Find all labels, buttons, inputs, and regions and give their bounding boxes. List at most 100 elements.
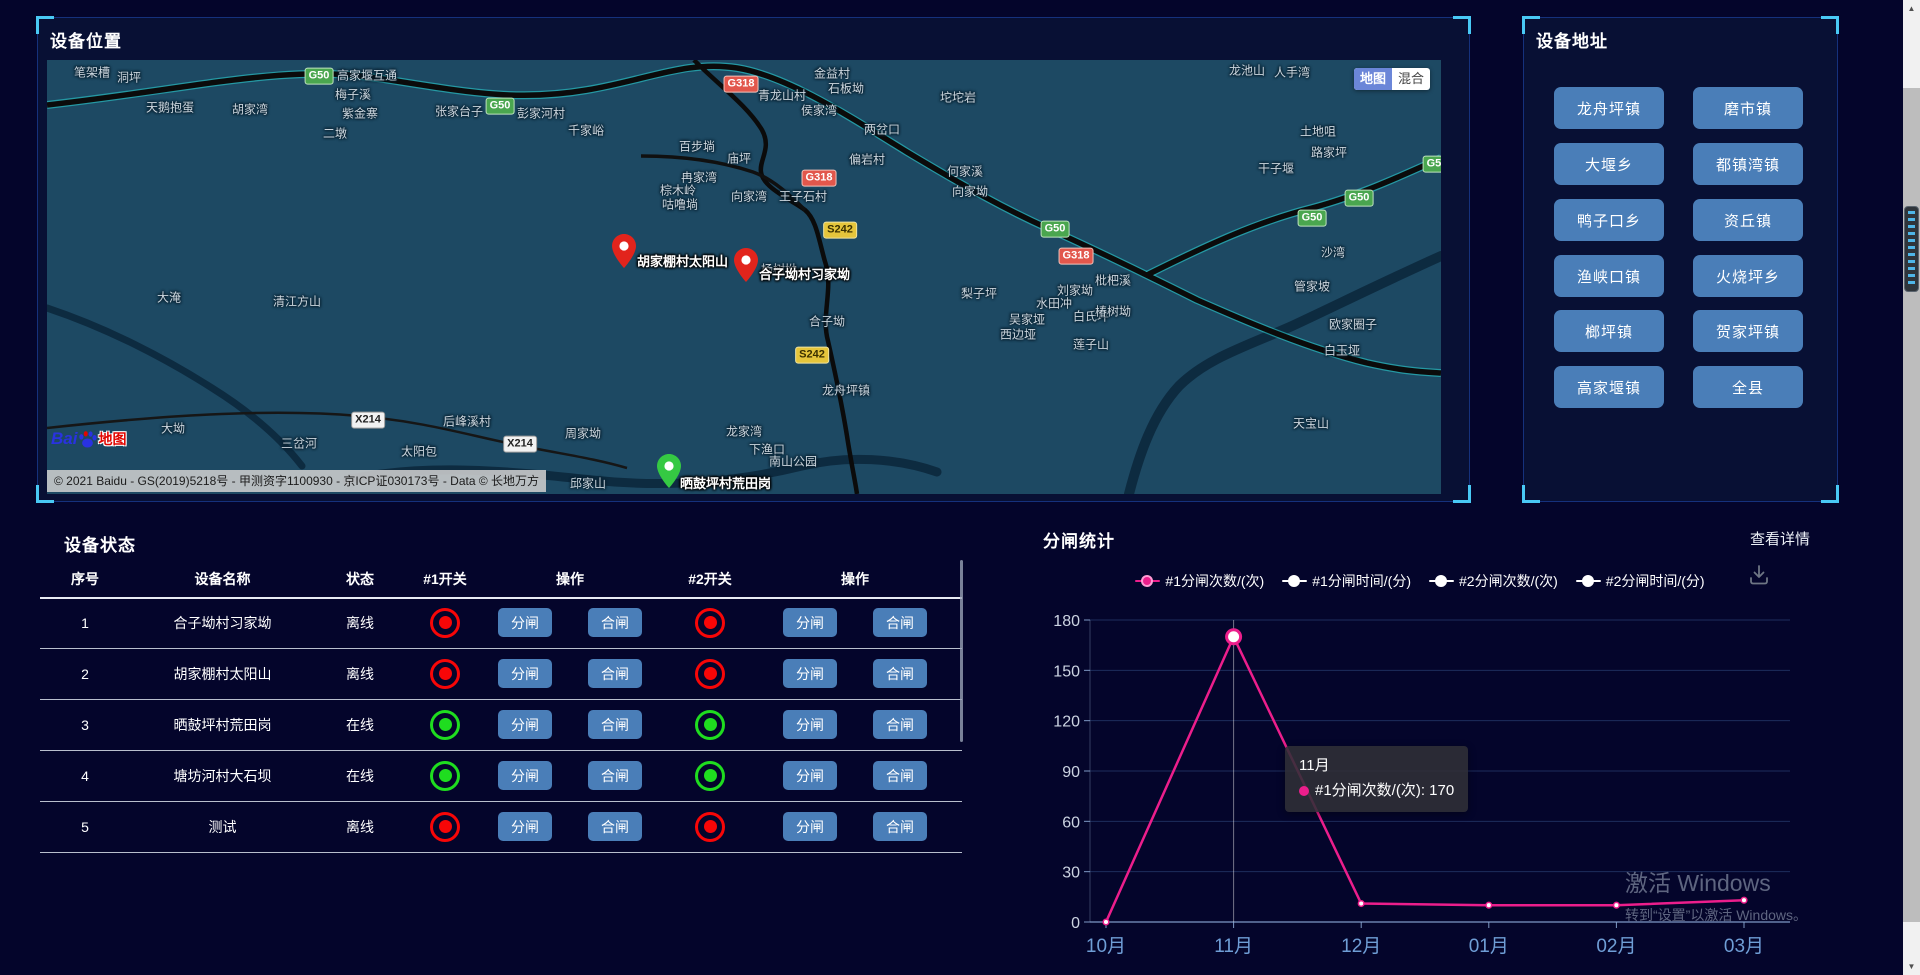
address-button-8[interactable]: 火烧坪乡 — [1693, 255, 1803, 297]
open-switch-button-row4-sw1[interactable]: 分闸 — [498, 761, 552, 790]
legend-label: #2分闸次数/(次) — [1459, 571, 1558, 591]
close-switch-button-row5-sw1[interactable]: 合闸 — [588, 812, 642, 841]
map-place-label: 太阳包 — [401, 443, 437, 460]
close-switch-button-row2-sw2[interactable]: 合闸 — [873, 659, 927, 688]
legend-item-2[interactable]: #1分闸时间/(分) — [1282, 571, 1411, 591]
map-toggle-option-2[interactable]: 混合 — [1392, 68, 1430, 90]
table-scrollbar[interactable] — [960, 560, 963, 742]
table-row-status: 在线 — [315, 699, 405, 750]
close-switch-button-row4-sw2[interactable]: 合闸 — [873, 761, 927, 790]
legend-item-3[interactable]: #2分闸次数/(次) — [1429, 571, 1558, 591]
open-switch-button-row1-sw2[interactable]: 分闸 — [783, 608, 837, 637]
address-button-5[interactable]: 鸭子口乡 — [1554, 199, 1664, 241]
tooltip-series-dot — [1299, 786, 1309, 796]
map-place-label: 梨子坪 — [961, 285, 997, 302]
switch-indicator-dot — [439, 667, 452, 680]
scrollbar-up-arrow[interactable]: ▲ — [1903, 0, 1920, 17]
address-button-2[interactable]: 磨市镇 — [1693, 87, 1803, 129]
open-switch-button-row1-sw1[interactable]: 分闸 — [498, 608, 552, 637]
table-ops-cell: 分闸 合闸 — [485, 597, 655, 648]
close-switch-button-row3-sw1[interactable]: 合闸 — [588, 710, 642, 739]
map-place-label: 水田冲 — [1036, 295, 1072, 312]
switch-indicator-green — [430, 710, 460, 740]
scrollbar-extension-widget[interactable] — [1904, 206, 1919, 292]
open-switch-button-row3-sw2[interactable]: 分闸 — [783, 710, 837, 739]
map-toggle-option-1[interactable]: 地图 — [1354, 68, 1392, 90]
map-place-label: 土地咀 — [1300, 123, 1336, 140]
open-switch-button-row4-sw2[interactable]: 分闸 — [783, 761, 837, 790]
address-button-11[interactable]: 高家堰镇 — [1554, 366, 1664, 408]
switch-indicator-green — [430, 761, 460, 791]
open-switch-button-row5-sw1[interactable]: 分闸 — [498, 812, 552, 841]
close-switch-button-row5-sw2[interactable]: 合闸 — [873, 812, 927, 841]
corner-decoration — [1522, 485, 1540, 503]
road-badge-x214: X214 — [503, 436, 537, 453]
close-switch-button-row3-sw2[interactable]: 合闸 — [873, 710, 927, 739]
road-badge-g50: G50 — [1423, 156, 1441, 173]
svg-text:02月: 02月 — [1596, 936, 1636, 957]
map-place-label: 合子坳 — [809, 313, 845, 330]
close-switch-button-row2-sw1[interactable]: 合闸 — [588, 659, 642, 688]
baidu-logo-map-text: 地图 — [98, 429, 126, 449]
table-row-status: 在线 — [315, 750, 405, 801]
legend-marker — [1282, 575, 1307, 587]
address-button-1[interactable]: 龙舟坪镇 — [1554, 87, 1664, 129]
map-place-label: 龙池山 — [1229, 62, 1265, 79]
close-switch-button-row1-sw2[interactable]: 合闸 — [873, 608, 927, 637]
address-button-9[interactable]: 榔坪镇 — [1554, 310, 1664, 352]
legend-label: #2分闸时间/(分) — [1606, 571, 1705, 591]
map-place-label: 咕噜埫 — [662, 196, 698, 213]
map-place-label: 向家坳 — [952, 183, 988, 200]
open-switch-button-row3-sw1[interactable]: 分闸 — [498, 710, 552, 739]
device-pin-green[interactable] — [657, 454, 681, 488]
address-button-12[interactable]: 全县 — [1693, 366, 1803, 408]
open-switch-button-row2-sw1[interactable]: 分闸 — [498, 659, 552, 688]
address-button-3[interactable]: 大堰乡 — [1554, 143, 1664, 185]
device-pin-red[interactable] — [612, 234, 636, 268]
switch-indicator-dot — [439, 820, 452, 833]
address-button-10[interactable]: 贺家坪镇 — [1693, 310, 1803, 352]
scrollbar-down-arrow[interactable]: ▼ — [1903, 958, 1920, 975]
switch-indicator-dot — [704, 667, 717, 680]
switch-indicator-cell — [655, 750, 765, 801]
map-place-label: 大坳 — [161, 420, 185, 437]
download-icon[interactable] — [1747, 563, 1771, 587]
close-switch-button-row1-sw1[interactable]: 合闸 — [588, 608, 642, 637]
close-switch-button-row4-sw1[interactable]: 合闸 — [588, 761, 642, 790]
map-place-label: 青龙山村 — [758, 87, 806, 104]
table-ops-cell: 分闸 合闸 — [765, 648, 945, 699]
view-details-link[interactable]: 查看详情 — [1750, 528, 1810, 549]
table-ops-cell: 分闸 合闸 — [765, 699, 945, 750]
switch-indicator-dot — [439, 616, 452, 629]
svg-text:150: 150 — [1053, 663, 1080, 680]
table-row-name: 塘坊河村大石坝 — [130, 750, 315, 801]
open-switch-button-row5-sw2[interactable]: 分闸 — [783, 812, 837, 841]
switch-indicator-red — [430, 812, 460, 842]
table-row-status: 离线 — [315, 597, 405, 648]
map-place-label: 清江方山 — [273, 293, 321, 310]
legend-item-4[interactable]: #2分闸时间/(分) — [1576, 571, 1705, 591]
open-switch-button-row2-sw2[interactable]: 分闸 — [783, 659, 837, 688]
switch-indicator-dot — [439, 769, 452, 782]
switch-indicator-red — [695, 659, 725, 689]
address-button-6[interactable]: 资丘镇 — [1693, 199, 1803, 241]
map-type-toggle: 地图混合 — [1354, 68, 1430, 90]
baidu-map[interactable]: 笔架槽洞坪天鹅抱蛋胡家湾高家堰互通梅子溪紫金寨二墩张家台子彭家河村千家峪金益村石… — [47, 60, 1441, 494]
legend-marker-dot — [1288, 575, 1300, 587]
map-place-label: 后峰溪村 — [443, 413, 491, 430]
map-place-label: 张家台子 — [435, 103, 483, 120]
table-ops-cell: 分闸 合闸 — [765, 801, 945, 852]
device-address-panel: 设备地址 龙舟坪镇磨市镇大堰乡都镇湾镇鸭子口乡资丘镇渔峡口镇火烧坪乡榔坪镇贺家坪… — [1523, 17, 1838, 502]
address-button-7[interactable]: 渔峡口镇 — [1554, 255, 1664, 297]
baidu-paw-icon — [77, 429, 98, 450]
legend-item-1[interactable]: #1分闸次数/(次) — [1135, 571, 1264, 591]
svg-text:120: 120 — [1053, 714, 1080, 731]
table-row-no: 3 — [40, 699, 130, 750]
table-row-no: 4 — [40, 750, 130, 801]
device-pin-red[interactable] — [734, 248, 758, 282]
address-button-4[interactable]: 都镇湾镇 — [1693, 143, 1803, 185]
table-ops-cell: 分闸 合闸 — [485, 750, 655, 801]
map-place-label: 梅子溪 — [335, 86, 371, 103]
switch-indicator-green — [695, 761, 725, 791]
switch-indicator-red — [695, 608, 725, 638]
